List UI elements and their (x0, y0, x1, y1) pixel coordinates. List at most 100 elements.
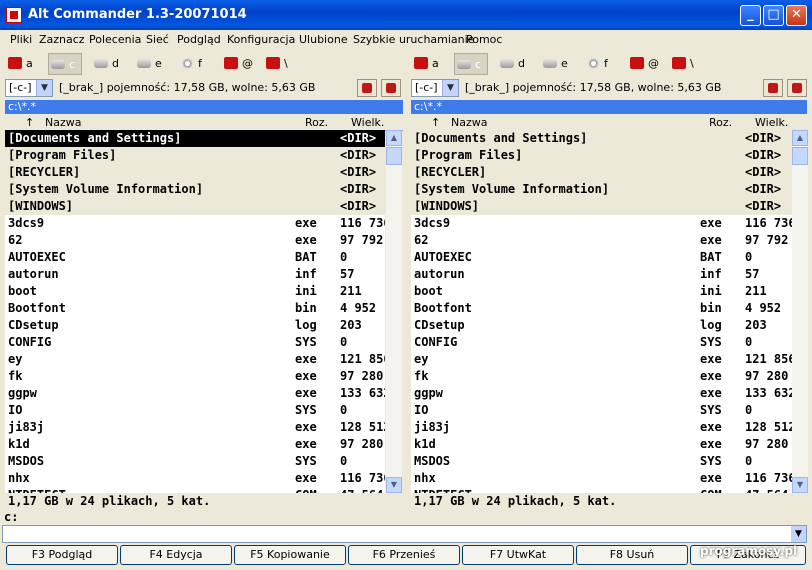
file-row[interactable]: boot ini 211 (411, 283, 792, 300)
column-size[interactable]: Wielk. (755, 116, 788, 129)
maximize-button[interactable]: □ (763, 5, 784, 26)
file-row[interactable]: k1d exe 97 280 (5, 436, 385, 453)
drive-f-button[interactable]: f (181, 53, 202, 73)
title-bar[interactable]: Alt Commander 1.3-20071014 _ □ ✕ (0, 0, 812, 30)
file-row[interactable]: boot ini 211 (5, 283, 385, 300)
chevron-down-icon[interactable]: ▼ (36, 80, 52, 96)
menu-pliki[interactable]: Pliki (10, 33, 32, 46)
file-row[interactable]: ey exe 121 856 (411, 351, 792, 368)
column-ext[interactable]: Roz. (305, 116, 328, 129)
file-row[interactable]: IO SYS 0 (411, 402, 792, 419)
file-row[interactable]: IO SYS 0 (5, 402, 385, 419)
file-row[interactable]: MSDOS SYS 0 (411, 453, 792, 470)
file-row[interactable]: CDsetup log 203 (411, 317, 792, 334)
right-root-button[interactable] (763, 79, 783, 97)
file-row[interactable]: ji83j exe 128 512 (411, 419, 792, 436)
network-button[interactable]: @ (630, 53, 659, 73)
left-root-button[interactable] (357, 79, 377, 97)
scroll-thumb[interactable] (792, 147, 808, 165)
left-file-list[interactable]: [Documents and Settings] <DIR> [Program Fi… (5, 130, 385, 493)
file-row[interactable]: k1d exe 97 280 (411, 436, 792, 453)
minimize-button[interactable]: _ (740, 5, 761, 26)
network-button[interactable]: @ (224, 53, 253, 73)
drive-f-button[interactable]: f (587, 53, 608, 73)
menu-polecenia[interactable]: Polecenia (89, 33, 141, 46)
chevron-down-icon[interactable]: ▼ (442, 80, 458, 96)
scroll-up-icon[interactable]: ▲ (792, 130, 808, 146)
directory-row[interactable]: [WINDOWS] <DIR> (5, 198, 385, 215)
file-row[interactable]: 3dcs9 exe 116 736 (411, 215, 792, 232)
network-root-button[interactable]: \ (672, 53, 694, 73)
drive-e-button[interactable]: e (543, 53, 568, 73)
file-row[interactable]: AUTOEXEC BAT 0 (5, 249, 385, 266)
file-row[interactable]: 62 exe 97 792 (5, 232, 385, 249)
column-ext[interactable]: Roz. (709, 116, 732, 129)
network-root-button[interactable]: \ (266, 53, 288, 73)
file-row[interactable]: fk exe 97 280 (411, 368, 792, 385)
scroll-up-icon[interactable]: ▲ (386, 130, 402, 146)
drive-a-button[interactable]: a (414, 53, 439, 73)
directory-row[interactable]: [RECYCLER] <DIR> (5, 164, 385, 181)
menu-pomoc[interactable]: Pomoc (466, 33, 502, 46)
drive-c-button[interactable]: c (48, 53, 83, 75)
left-up-button[interactable] (381, 79, 401, 97)
file-row[interactable]: CONFIG SYS 0 (5, 334, 385, 351)
drive-a-button[interactable]: a (8, 53, 33, 73)
directory-row[interactable]: [RECYCLER] <DIR> (411, 164, 792, 181)
chevron-down-icon[interactable]: ▼ (791, 526, 806, 542)
drive-e-button[interactable]: e (137, 53, 162, 73)
directory-row[interactable]: [System Volume Information] <DIR> (411, 181, 792, 198)
scroll-down-icon[interactable]: ▼ (792, 477, 808, 493)
file-row[interactable]: MSDOS SYS 0 (5, 453, 385, 470)
file-row[interactable]: 62 exe 97 792 (411, 232, 792, 249)
directory-row[interactable]: [WINDOWS] <DIR> (411, 198, 792, 215)
left-scrollbar[interactable]: ▲ ▼ (386, 130, 402, 493)
file-row[interactable]: Bootfont bin 4 952 (411, 300, 792, 317)
file-row[interactable]: ggpw exe 133 632 (411, 385, 792, 402)
directory-row[interactable]: [Documents and Settings] <DIR> (411, 130, 792, 147)
file-row[interactable]: autorun inf 57 (411, 266, 792, 283)
left-drive-combo[interactable]: [-c-] ▼ (5, 79, 53, 97)
file-row[interactable]: fk exe 97 280 (5, 368, 385, 385)
f7-mkdir-button[interactable]: F7 UtwKat (462, 545, 574, 565)
right-drive-combo[interactable]: [-c-] ▼ (411, 79, 459, 97)
menu-ulubione[interactable]: Ulubione (299, 33, 348, 46)
f4-edit-button[interactable]: F4 Edycja (120, 545, 232, 565)
menu-szybkie-uruchamianie[interactable]: Szybkie uruchamianie (353, 33, 474, 46)
f3-view-button[interactable]: F3 Podgląd (6, 545, 118, 565)
file-row[interactable]: ji83j exe 128 512 (5, 419, 385, 436)
file-row[interactable]: CDsetup log 203 (5, 317, 385, 334)
file-row[interactable]: nhx exe 116 736 (411, 470, 792, 487)
drive-d-button[interactable]: d (94, 53, 119, 73)
file-row[interactable]: 3dcs9 exe 116 736 (5, 215, 385, 232)
close-button[interactable]: ✕ (786, 5, 807, 26)
file-row[interactable]: Bootfont bin 4 952 (5, 300, 385, 317)
menu-siec[interactable]: Sieć (146, 33, 169, 46)
directory-row[interactable]: [Program Files] <DIR> (411, 147, 792, 164)
scroll-down-icon[interactable]: ▼ (386, 477, 402, 493)
menu-podglad[interactable]: Podgląd (177, 33, 221, 46)
column-name[interactable]: Nazwa (451, 116, 487, 129)
scroll-thumb[interactable] (386, 147, 402, 165)
file-row[interactable]: CONFIG SYS 0 (411, 334, 792, 351)
right-path-bar[interactable]: c:\*.* (411, 100, 807, 114)
right-scrollbar[interactable]: ▲ ▼ (792, 130, 808, 493)
file-row[interactable]: AUTOEXEC BAT 0 (411, 249, 792, 266)
file-row[interactable]: ggpw exe 133 632 (5, 385, 385, 402)
drive-d-button[interactable]: d (500, 53, 525, 73)
command-input[interactable]: ▼ (2, 525, 807, 543)
directory-row[interactable]: [Documents and Settings] <DIR> (5, 130, 385, 147)
column-name[interactable]: Nazwa (45, 116, 81, 129)
left-path-bar[interactable]: c:\*.* (5, 100, 403, 114)
file-row[interactable]: nhx exe 116 736 (5, 470, 385, 487)
drive-c-button[interactable]: c (454, 53, 489, 75)
f5-copy-button[interactable]: F5 Kopiowanie (234, 545, 346, 565)
right-file-list[interactable]: [Documents and Settings] <DIR> [Program Fi… (411, 130, 792, 493)
file-row[interactable]: ey exe 121 856 (5, 351, 385, 368)
f8-delete-button[interactable]: F8 Usuń (576, 545, 688, 565)
menu-zaznacz[interactable]: Zaznacz (39, 33, 85, 46)
column-size[interactable]: Wielk. (351, 116, 384, 129)
f6-move-button[interactable]: F6 Przenieś (348, 545, 460, 565)
menu-konfiguracja[interactable]: Konfiguracja (227, 33, 295, 46)
directory-row[interactable]: [Program Files] <DIR> (5, 147, 385, 164)
